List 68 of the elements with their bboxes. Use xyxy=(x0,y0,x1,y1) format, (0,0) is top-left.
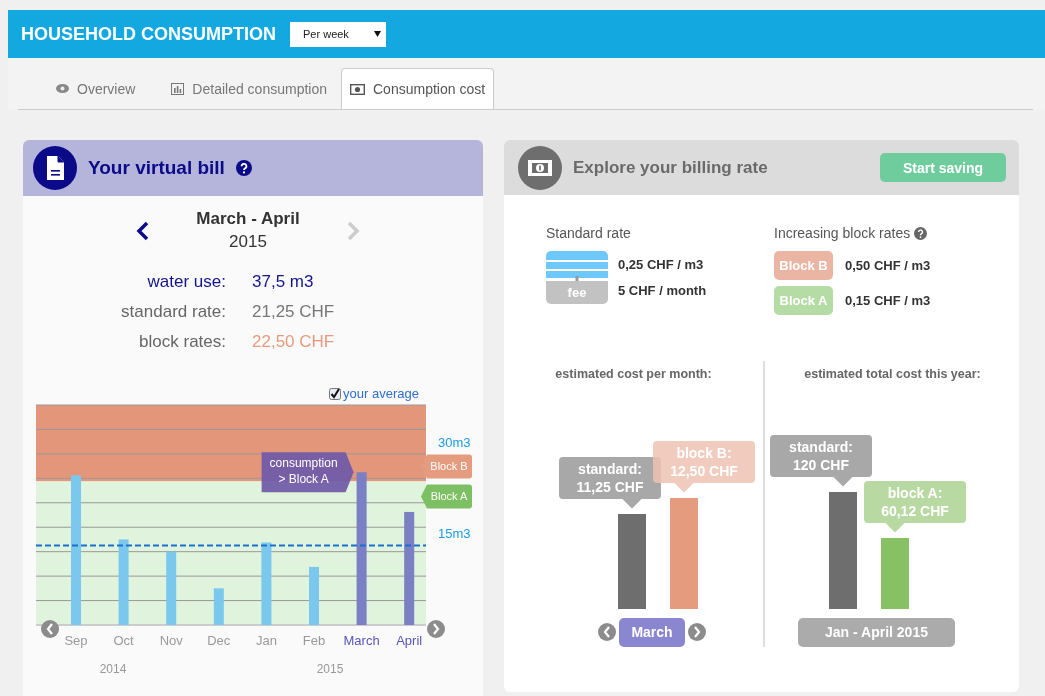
cost-heading: estimated total cost this year: xyxy=(804,366,981,381)
period-year: 2015 xyxy=(229,232,267,252)
banknote-icon xyxy=(518,145,562,190)
checkbox-icon[interactable] xyxy=(329,387,342,400)
value-tooltip: block B: 12,50 CHF xyxy=(653,441,755,493)
app-title: HOUSEHOLD CONSUMPTION xyxy=(21,23,276,45)
water-layers-icon xyxy=(546,251,608,281)
value-tooltip: standard: 120 CHF xyxy=(770,435,872,487)
scale-label: 15m3 xyxy=(438,526,471,542)
fee-icon: fee xyxy=(546,281,608,304)
rate-heading: Standard rate xyxy=(546,225,632,241)
month-label[interactable]: Feb xyxy=(302,633,326,648)
previous-month-button[interactable] xyxy=(598,623,616,641)
consumption-bar[interactable] xyxy=(213,588,224,625)
consumption-bar[interactable] xyxy=(118,539,129,625)
value-tooltip: standard: 11,25 CHF xyxy=(559,457,661,509)
stat-value: 21,25 CHF xyxy=(252,302,336,322)
document-icon xyxy=(33,146,77,190)
rate-value: 0,15 CHF / m3 xyxy=(845,293,931,308)
value-tooltip: block A: 60,12 CHF xyxy=(864,481,966,533)
year-label: 2015 xyxy=(316,662,344,676)
block-tag: Block B xyxy=(774,251,833,280)
eye-icon xyxy=(56,84,69,93)
month-label[interactable]: Nov xyxy=(159,633,183,648)
stat-value: 37,5 m3 xyxy=(252,272,315,292)
rate-heading: Increasing block rates xyxy=(774,225,931,241)
rate-value: 0,25 CHF / m3 xyxy=(618,256,705,272)
period-label: Jan - April 2015 xyxy=(798,617,955,647)
scroll-left-button[interactable] xyxy=(41,620,59,638)
card-title: Your virtual bill xyxy=(88,157,225,179)
rate-value: 0,50 CHF / m3 xyxy=(845,258,931,273)
consumption-bar[interactable] xyxy=(261,542,272,625)
month-label[interactable]: Oct xyxy=(113,633,134,648)
period-months: March - April xyxy=(196,209,300,229)
consumption-callout: consumption > Block A xyxy=(261,452,354,493)
card-title: Explore your billing rate xyxy=(573,157,769,178)
bar-chart-icon xyxy=(171,82,185,95)
consumption-bar[interactable] xyxy=(356,472,367,625)
month-label[interactable]: March xyxy=(343,633,380,648)
average-checkbox[interactable]: your average xyxy=(329,386,419,401)
scroll-right-button[interactable] xyxy=(427,620,445,638)
month-selector[interactable]: March xyxy=(619,617,685,647)
stat-label: block rates: xyxy=(138,332,226,352)
consumption-bar[interactable] xyxy=(404,511,415,625)
month-label[interactable]: April xyxy=(396,633,423,648)
period-dropdown[interactable]: Per week xyxy=(290,21,386,47)
help-icon[interactable] xyxy=(235,160,252,176)
tab[interactable]: Overview xyxy=(48,68,144,109)
rate-value: 5 CHF / month xyxy=(618,283,707,299)
block-tag: Block A xyxy=(421,484,472,509)
tab[interactable]: Consumption cost xyxy=(341,68,495,109)
stat-label: water use: xyxy=(146,272,226,292)
start-saving-button[interactable]: Start saving xyxy=(880,153,1006,182)
banknote-icon xyxy=(350,83,365,95)
caret-icon xyxy=(374,31,381,37)
cost-heading: estimated cost per month: xyxy=(555,366,712,381)
stat-value: 22,50 CHF xyxy=(252,332,336,352)
previous-period-button[interactable] xyxy=(136,220,150,241)
year-label: 2014 xyxy=(99,662,127,676)
stat-label: standard rate: xyxy=(120,302,226,322)
block-tag: Block A xyxy=(774,286,833,315)
month-label[interactable]: Jan xyxy=(255,633,277,648)
month-label[interactable]: Sep xyxy=(64,633,88,648)
month-label[interactable]: Dec xyxy=(207,633,231,648)
consumption-bar[interactable] xyxy=(166,551,177,625)
next-month-button[interactable] xyxy=(688,623,706,641)
scale-label: 30m3 xyxy=(438,434,471,450)
tab[interactable]: Detailed consumption xyxy=(163,68,335,109)
